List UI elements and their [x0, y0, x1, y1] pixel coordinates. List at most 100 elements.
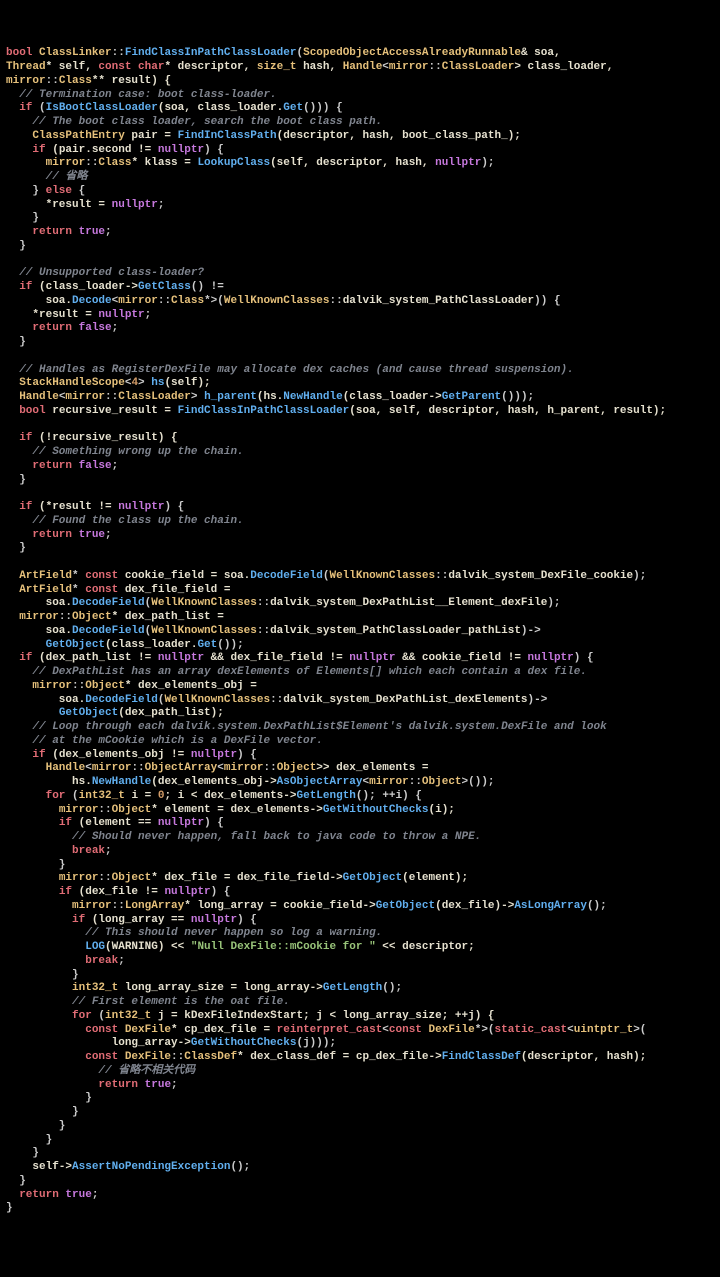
code-token: DecodeField	[72, 625, 145, 637]
code-token: ::	[131, 762, 144, 774]
code-token: int32_t	[105, 1010, 151, 1022]
code-token: // Termination case: boot class-loader.	[19, 89, 276, 101]
code-token: ;	[105, 226, 112, 238]
code-token: ;	[171, 1079, 178, 1091]
code-token: }	[6, 1120, 65, 1132]
code-token: <	[382, 1024, 389, 1036]
code-token: >	[138, 377, 151, 389]
code-token	[6, 281, 19, 293]
code-token: nullptr	[98, 309, 144, 321]
code-token: nullptr	[528, 652, 574, 664]
code-token: }	[6, 1147, 39, 1159]
code-token: ClassPathEntry	[32, 130, 124, 142]
code-token: nullptr	[158, 817, 204, 829]
code-token	[6, 611, 19, 623]
code-token	[6, 735, 32, 747]
code-token: *>(	[475, 1024, 495, 1036]
code-token: mirror	[389, 61, 429, 73]
code-token: (dex_path_list);	[118, 707, 224, 719]
code-token: ::	[72, 680, 85, 692]
code-token: StackHandleScope	[19, 377, 125, 389]
code-token: DecodeField	[85, 694, 158, 706]
code-token: j = kDexFileIndexStart; j < long_array_s…	[151, 1010, 494, 1022]
code-token: WellKnownClasses	[164, 694, 270, 706]
code-token: soa.	[6, 295, 72, 307]
code-token: for	[72, 1010, 98, 1022]
code-token: << descriptor;	[376, 941, 475, 953]
code-token: GetWithoutChecks	[191, 1037, 297, 1049]
code-token	[6, 845, 72, 857]
code-token: GetLength	[297, 790, 356, 802]
code-token	[6, 515, 32, 527]
code-token: (); ++i) {	[356, 790, 422, 802]
code-token: true	[145, 1079, 171, 1091]
code-token: Class	[98, 157, 131, 169]
code-token: );	[481, 157, 494, 169]
code-token: bool	[6, 47, 39, 59]
code-token: nullptr	[112, 199, 158, 211]
code-token	[6, 721, 32, 733]
code-token	[6, 804, 59, 816]
code-token: mirror	[92, 762, 132, 774]
code-token: break	[85, 955, 118, 967]
code-token: return	[32, 460, 78, 472]
code-token: *	[72, 570, 85, 582]
code-token: (class_loader->	[343, 391, 442, 403]
code-token	[6, 817, 59, 829]
code-token: GetObject	[343, 872, 402, 884]
code-token	[6, 982, 72, 994]
code-token: IsBootClassLoader	[46, 102, 158, 114]
code-token: return	[32, 529, 78, 541]
code-token: ) {	[164, 501, 184, 513]
code-token: > class_loader,	[514, 61, 613, 73]
code-token: return	[19, 1189, 65, 1201]
code-token: (i);	[429, 804, 455, 816]
code-token: (long_array ==	[92, 914, 191, 926]
code-token: GetObject	[46, 639, 105, 651]
code-token: mirror	[118, 295, 158, 307]
code-token: <	[567, 1024, 574, 1036]
code-token: )) {	[534, 295, 560, 307]
code-token: AsObjectArray	[277, 776, 363, 788]
code-token: AssertNoPendingException	[72, 1161, 230, 1173]
code-token: }	[6, 474, 26, 486]
code-token: GetParent	[442, 391, 501, 403]
code-token: ObjectArray	[145, 762, 218, 774]
code-token	[6, 886, 59, 898]
code-token: (class_loader->	[39, 281, 138, 293]
code-token: long_array->	[6, 1037, 191, 1049]
code-token: mirror	[224, 762, 264, 774]
code-token: ::	[98, 872, 111, 884]
code-token: LongArray	[125, 900, 184, 912]
code-token: Handle	[46, 762, 86, 774]
code-token: () !=	[191, 281, 224, 293]
code-token: GetObject	[59, 707, 118, 719]
code-token: ::	[330, 295, 343, 307]
code-token	[6, 666, 32, 678]
code-token: FindInClassPath	[178, 130, 277, 142]
code-token	[6, 432, 19, 444]
code-token	[6, 364, 19, 376]
code-token: true	[79, 226, 105, 238]
code-token: (!recursive_result) {	[39, 432, 178, 444]
code-token: (element);	[402, 872, 468, 884]
code-token: nullptr	[118, 501, 164, 513]
code-token: * klass =	[131, 157, 197, 169]
code-token: WellKnownClasses	[151, 597, 257, 609]
code-token: static_cast	[495, 1024, 568, 1036]
code-token: soa.	[6, 694, 85, 706]
code-token: (dex_elements_obj->	[151, 776, 276, 788]
code-token: return	[98, 1079, 144, 1091]
code-token: if	[19, 281, 39, 293]
code-token: ::	[85, 157, 98, 169]
code-token: const	[85, 570, 125, 582]
code-token: hash,	[296, 61, 342, 73]
code-token: ::	[112, 900, 125, 912]
code-token: ArtField	[19, 570, 72, 582]
code-token: nullptr	[158, 652, 204, 664]
code-token: FindClassInPathClassLoader	[178, 405, 350, 417]
code-token: * element = dex_elements->	[151, 804, 323, 816]
code-token: DexFile	[429, 1024, 475, 1036]
code-token: & soa,	[521, 47, 561, 59]
code-token: FindClassDef	[442, 1051, 521, 1063]
